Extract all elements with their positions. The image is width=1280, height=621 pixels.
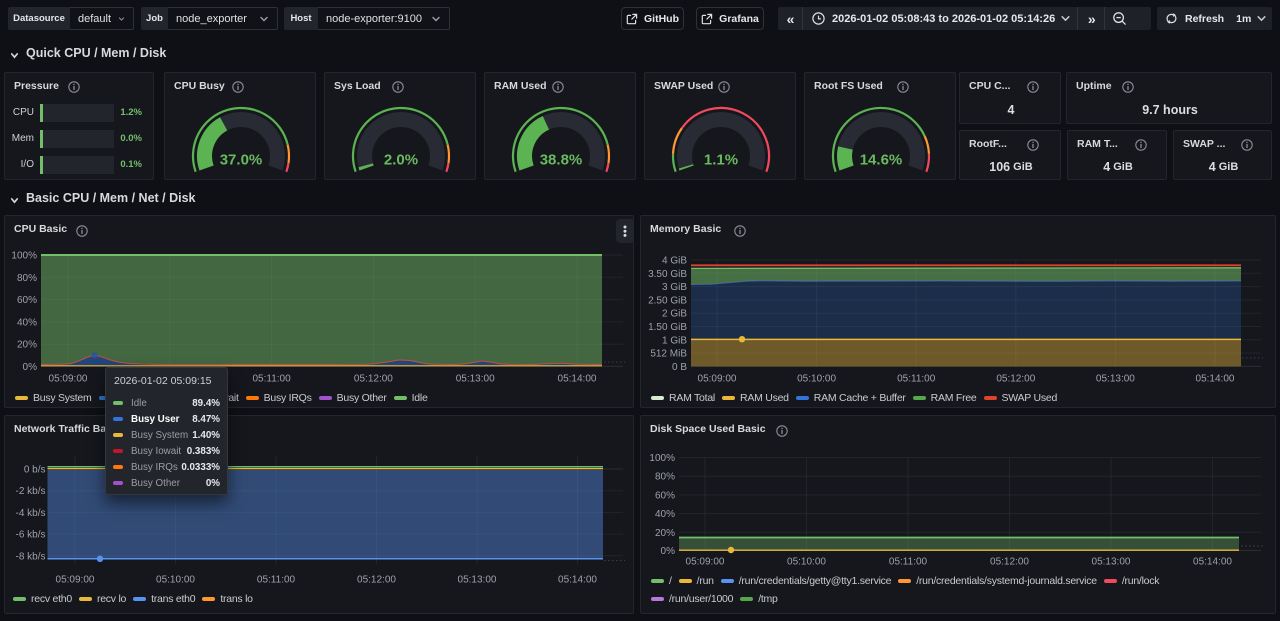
- svg-text:2 GiB: 2 GiB: [662, 309, 687, 320]
- svg-text:100%: 100%: [649, 453, 675, 464]
- svg-text:3 GiB: 3 GiB: [662, 282, 687, 293]
- svg-text:3.50 GiB: 3.50 GiB: [648, 269, 687, 280]
- svg-text:2.50 GiB: 2.50 GiB: [648, 295, 687, 306]
- svg-text:1 GiB: 1 GiB: [662, 335, 687, 346]
- svg-text:05:14:00: 05:14:00: [558, 575, 597, 586]
- svg-text:05:09:00: 05:09:00: [56, 575, 95, 586]
- svg-text:80%: 80%: [655, 472, 675, 483]
- svg-text:05:09:00: 05:09:00: [686, 557, 725, 568]
- svg-text:05:14:00: 05:14:00: [1193, 557, 1232, 568]
- svg-text:0 b/s: 0 b/s: [24, 465, 46, 476]
- svg-text:80%: 80%: [17, 273, 37, 284]
- svg-text:05:11:00: 05:11:00: [253, 374, 292, 385]
- svg-text:05:09:00: 05:09:00: [698, 374, 737, 385]
- svg-text:1.50 GiB: 1.50 GiB: [648, 322, 687, 333]
- svg-text:05:13:00: 05:13:00: [1092, 557, 1131, 568]
- svg-text:20%: 20%: [655, 528, 675, 539]
- svg-text:512 MiB: 512 MiB: [650, 349, 687, 360]
- svg-text:38.8%: 38.8%: [540, 152, 583, 169]
- svg-text:37.0%: 37.0%: [220, 152, 263, 169]
- svg-text:05:13:00: 05:13:00: [1096, 374, 1135, 385]
- svg-text:4 GiB: 4 GiB: [662, 256, 687, 267]
- svg-text:05:12:00: 05:12:00: [990, 557, 1029, 568]
- svg-text:05:10:00: 05:10:00: [156, 575, 195, 586]
- svg-text:0%: 0%: [23, 362, 38, 373]
- svg-text:1.1%: 1.1%: [704, 152, 738, 169]
- svg-text:-2 kb/s: -2 kb/s: [15, 486, 45, 497]
- svg-text:05:14:00: 05:14:00: [558, 374, 597, 385]
- svg-text:05:13:00: 05:13:00: [458, 575, 497, 586]
- svg-text:05:11:00: 05:11:00: [897, 374, 936, 385]
- svg-text:0%: 0%: [661, 546, 676, 557]
- svg-text:05:09:00: 05:09:00: [49, 374, 88, 385]
- svg-text:60%: 60%: [655, 490, 675, 501]
- svg-text:2.0%: 2.0%: [384, 152, 418, 169]
- svg-text:05:10:00: 05:10:00: [797, 374, 836, 385]
- svg-text:-4 kb/s: -4 kb/s: [15, 508, 45, 519]
- svg-text:05:11:00: 05:11:00: [257, 575, 296, 586]
- svg-text:-8 kb/s: -8 kb/s: [15, 551, 45, 562]
- svg-text:20%: 20%: [17, 340, 37, 351]
- svg-text:14.6%: 14.6%: [860, 152, 903, 169]
- svg-text:60%: 60%: [17, 295, 37, 306]
- svg-text:05:12:00: 05:12:00: [354, 374, 393, 385]
- svg-text:-6 kb/s: -6 kb/s: [15, 530, 45, 541]
- svg-text:05:13:00: 05:13:00: [456, 374, 495, 385]
- svg-text:40%: 40%: [17, 317, 37, 328]
- svg-text:100%: 100%: [11, 251, 37, 262]
- svg-text:40%: 40%: [655, 509, 675, 520]
- svg-text:0 B: 0 B: [672, 362, 687, 373]
- svg-text:05:14:00: 05:14:00: [1196, 374, 1235, 385]
- svg-text:05:12:00: 05:12:00: [996, 374, 1035, 385]
- svg-text:05:11:00: 05:11:00: [889, 557, 928, 568]
- svg-text:05:12:00: 05:12:00: [357, 575, 396, 586]
- svg-text:05:10:00: 05:10:00: [787, 557, 826, 568]
